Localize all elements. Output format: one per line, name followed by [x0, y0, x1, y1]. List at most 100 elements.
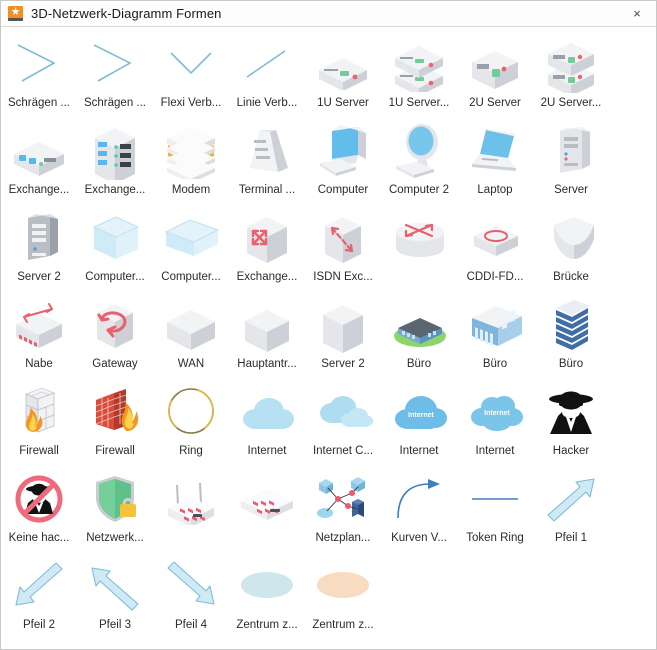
shape-item[interactable]: Zentrum z...: [229, 555, 305, 642]
shape-item[interactable]: Internet Internet: [457, 381, 533, 468]
shape-item[interactable]: Schrägen ...: [1, 33, 77, 120]
hacker-icon[interactable]: [535, 381, 607, 443]
tower-server-2-icon[interactable]: [3, 207, 75, 269]
shape-item[interactable]: Nabe: [1, 294, 77, 381]
shape-item[interactable]: Terminal ...: [229, 120, 305, 207]
shape-item[interactable]: Brücke: [533, 207, 609, 294]
exchange-switch-arrows-icon[interactable]: [231, 207, 303, 269]
shape-item[interactable]: [381, 207, 457, 294]
shape-item[interactable]: Linie Verb...: [229, 33, 305, 120]
shape-item[interactable]: Pfeil 1: [533, 468, 609, 555]
shape-item[interactable]: [153, 468, 229, 555]
network-switch-icon[interactable]: [231, 468, 303, 530]
terminal-tower-icon[interactable]: [231, 120, 303, 182]
router-cylinder-icon[interactable]: [383, 207, 455, 269]
rack-server-2u-icon[interactable]: [459, 33, 531, 95]
arrow-up-right-icon[interactable]: [535, 468, 607, 530]
token-ring-line-icon[interactable]: [459, 468, 531, 530]
modem-icon[interactable]: [155, 120, 227, 182]
flexible-connector-icon[interactable]: [155, 33, 227, 95]
office-tower-icon[interactable]: [535, 294, 607, 356]
line-connector-icon[interactable]: [231, 33, 303, 95]
shape-item[interactable]: Keine hac...: [1, 468, 77, 555]
shape-item[interactable]: Hauptantr...: [229, 294, 305, 381]
ellipse-orange-icon[interactable]: [307, 555, 379, 617]
shape-item[interactable]: Computer...: [77, 207, 153, 294]
shape-item[interactable]: Modem: [153, 120, 229, 207]
isdn-exchange-icon[interactable]: [307, 207, 379, 269]
shape-item[interactable]: Büro: [533, 294, 609, 381]
ring-icon[interactable]: [155, 381, 227, 443]
shape-item[interactable]: Pfeil 2: [1, 555, 77, 642]
shape-item[interactable]: Computer...: [153, 207, 229, 294]
shape-item[interactable]: Internet Internet: [381, 381, 457, 468]
shape-item[interactable]: ISDN Exc...: [305, 207, 381, 294]
shape-item[interactable]: Flexi Verb...: [153, 33, 229, 120]
exchange-rack-icon[interactable]: [79, 120, 151, 182]
shape-item[interactable]: Internet: [229, 381, 305, 468]
office-building-icon[interactable]: [459, 294, 531, 356]
shape-item[interactable]: Pfeil 3: [77, 555, 153, 642]
tower-server-icon[interactable]: [535, 120, 607, 182]
rack-server-1u-icon[interactable]: [307, 33, 379, 95]
zigzag-connector-2-icon[interactable]: [79, 33, 151, 95]
zigzag-connector-1-icon[interactable]: [3, 33, 75, 95]
cloud-label-internet-icon[interactable]: Internet: [383, 381, 455, 443]
arrow-down-left-icon[interactable]: [3, 555, 75, 617]
ellipse-blue-icon[interactable]: [231, 555, 303, 617]
shape-item[interactable]: Computer: [305, 120, 381, 207]
shape-item[interactable]: CDDI-FD...: [457, 207, 533, 294]
shape-item[interactable]: Firewall: [77, 381, 153, 468]
shape-item[interactable]: Exchange...: [77, 120, 153, 207]
bridge-icon[interactable]: [535, 207, 607, 269]
shape-item[interactable]: [229, 468, 305, 555]
shape-item[interactable]: Zentrum z...: [305, 555, 381, 642]
shape-item[interactable]: Netzwerk...: [77, 468, 153, 555]
shape-item[interactable]: Netzplan...: [305, 468, 381, 555]
arrow-down-right-icon[interactable]: [155, 555, 227, 617]
gateway-icon[interactable]: [79, 294, 151, 356]
wan-box-icon[interactable]: [155, 294, 227, 356]
shape-item[interactable]: WAN: [153, 294, 229, 381]
close-button[interactable]: ×: [622, 2, 652, 26]
lcd-computer-icon[interactable]: [383, 120, 455, 182]
shape-item[interactable]: Exchange...: [1, 120, 77, 207]
shape-item[interactable]: Kurven V...: [381, 468, 457, 555]
shape-item[interactable]: Exchange...: [229, 207, 305, 294]
shape-item[interactable]: Büro: [457, 294, 533, 381]
firewall-wall-icon[interactable]: [3, 381, 75, 443]
crt-computer-icon[interactable]: [307, 120, 379, 182]
shape-item[interactable]: Internet C...: [305, 381, 381, 468]
no-hacker-icon[interactable]: [3, 468, 75, 530]
hub-icon[interactable]: [3, 294, 75, 356]
curved-connector-icon[interactable]: [383, 468, 455, 530]
rack-server-1u-stack-icon[interactable]: [383, 33, 455, 95]
shape-item[interactable]: 1U Server: [305, 33, 381, 120]
shape-item[interactable]: Server: [533, 120, 609, 207]
cloud-double-icon[interactable]: [307, 381, 379, 443]
laptop-icon[interactable]: [459, 120, 531, 182]
office-campus-icon[interactable]: [383, 294, 455, 356]
shape-item[interactable]: 1U Server...: [381, 33, 457, 120]
cloud-icon[interactable]: [231, 381, 303, 443]
shape-item[interactable]: Ring: [153, 381, 229, 468]
shape-item[interactable]: 2U Server: [457, 33, 533, 120]
firewall-brick-icon[interactable]: [79, 381, 151, 443]
shape-item[interactable]: Büro: [381, 294, 457, 381]
arrow-up-left-icon[interactable]: [79, 555, 151, 617]
wireless-router-icon[interactable]: [155, 468, 227, 530]
shape-item[interactable]: 2U Server...: [533, 33, 609, 120]
exchange-unit-icon[interactable]: [3, 120, 75, 182]
shape-item[interactable]: Firewall: [1, 381, 77, 468]
shape-item[interactable]: Server 2: [1, 207, 77, 294]
shape-item[interactable]: Schrägen ...: [77, 33, 153, 120]
main-drive-box-icon[interactable]: [231, 294, 303, 356]
cddi-fddi-ring-icon[interactable]: [459, 207, 531, 269]
rack-server-2u-stack-icon[interactable]: [535, 33, 607, 95]
open-box-tall-icon[interactable]: [79, 207, 151, 269]
shape-item[interactable]: Hacker: [533, 381, 609, 468]
open-box-wide-icon[interactable]: [155, 207, 227, 269]
shape-item[interactable]: Server 2: [305, 294, 381, 381]
cloud-bumpy-internet-icon[interactable]: Internet: [459, 381, 531, 443]
shape-item[interactable]: Laptop: [457, 120, 533, 207]
